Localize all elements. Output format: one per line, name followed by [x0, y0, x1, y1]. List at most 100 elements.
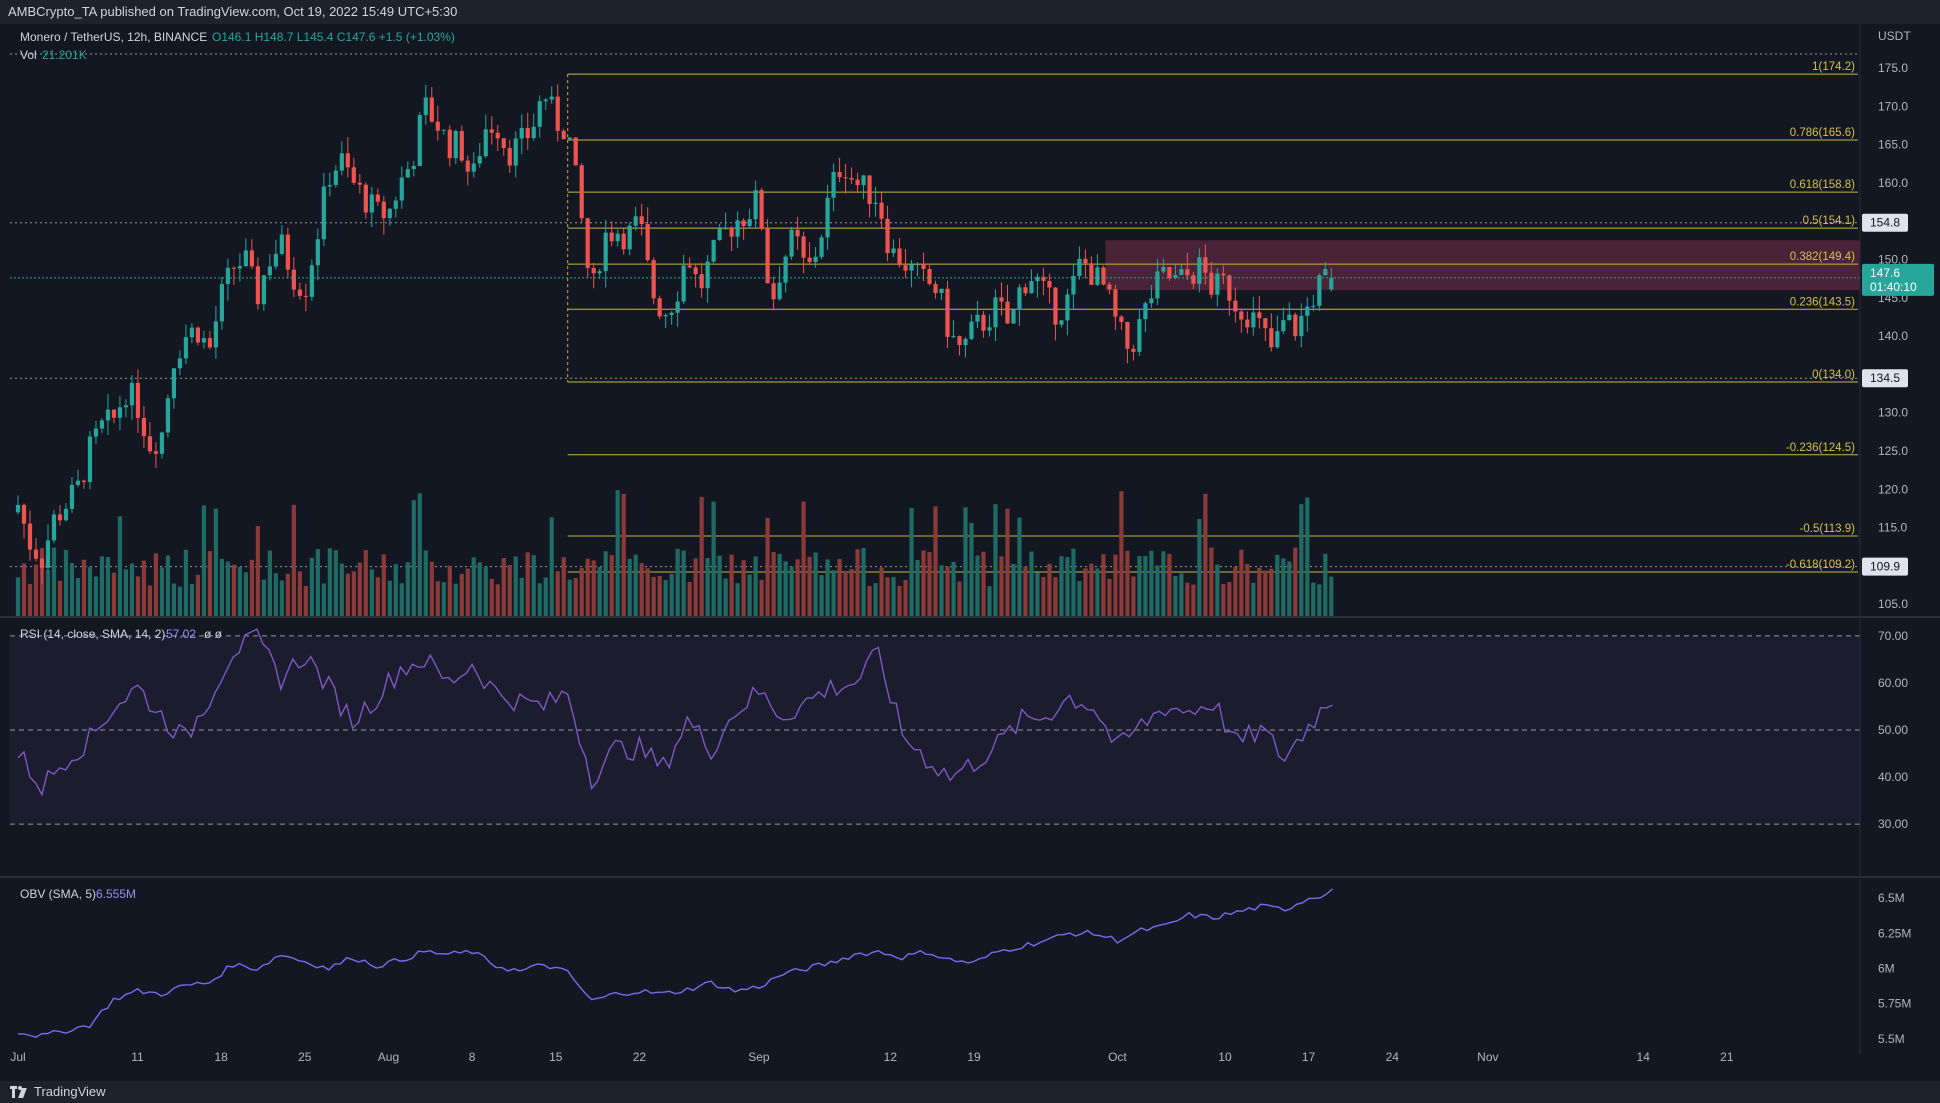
volume-bar [207, 551, 212, 617]
candle-body [903, 265, 908, 271]
time-axis-label: 15 [549, 1050, 563, 1064]
candle-body [1053, 287, 1058, 325]
rsi-axis-tick: 60.00 [1878, 676, 1908, 690]
volume-bar [1077, 581, 1082, 617]
volume-bar [1173, 576, 1178, 617]
candle-body [1191, 275, 1196, 284]
candle-body [669, 312, 674, 315]
price-axis-tick: 125.0 [1878, 444, 1908, 458]
candle-body [753, 190, 758, 220]
candle-body [39, 558, 45, 568]
candle-body [267, 266, 272, 276]
candle-body [387, 208, 392, 219]
candle-body [675, 301, 680, 313]
time-axis-label: 14 [1637, 1050, 1651, 1064]
obv-pane[interactable] [18, 888, 1333, 1038]
volume-bar [363, 550, 368, 617]
volume-bar [357, 562, 362, 617]
candle-body [621, 233, 626, 250]
candle-body [1131, 348, 1136, 352]
candle-body [357, 182, 362, 185]
candle-body [543, 99, 548, 102]
fib-level-label: 0.618(158.8) [1790, 179, 1855, 191]
volume-bar [1179, 573, 1184, 617]
candle-body [165, 398, 171, 433]
candle-body [633, 216, 638, 226]
volume-bar [879, 567, 884, 617]
volume-bar [507, 565, 512, 617]
volume-bar [1107, 578, 1112, 617]
candle-body [567, 137, 572, 140]
candle-body [1023, 287, 1028, 294]
tradingview-brand: TradingView [34, 1084, 106, 1099]
candle-body [873, 202, 878, 205]
candle-body [1017, 287, 1022, 310]
candle-body [1221, 273, 1226, 276]
volume-bar [567, 579, 572, 617]
candle-body [585, 218, 590, 268]
candle-body [555, 96, 560, 131]
volume-bar [1083, 568, 1088, 617]
candle-body [1065, 294, 1070, 321]
candle-body [831, 172, 836, 198]
volume-bar [1311, 582, 1316, 617]
candle-body [129, 382, 135, 406]
candle-body [681, 265, 686, 302]
volume-bar [1203, 493, 1208, 617]
time-axis-label: Aug [378, 1050, 399, 1064]
candle-body [1179, 269, 1184, 275]
candle-body [711, 239, 716, 262]
candle-body [171, 368, 177, 399]
volume-bar [543, 577, 548, 617]
candle-body [435, 121, 440, 131]
volume-bar [45, 570, 51, 617]
volume-bar [393, 564, 398, 617]
candle-body [369, 194, 374, 213]
time-axis-label: 8 [469, 1050, 476, 1064]
price-pane[interactable]: 1(174.2) 0.786(165.6) 0.618(158.8) 0.5(154.… [10, 53, 1860, 617]
obv-line [18, 888, 1333, 1038]
candle-body [819, 237, 824, 257]
candle-body [381, 201, 386, 219]
candle-body [1209, 272, 1214, 295]
candle-body [693, 267, 698, 275]
candle-body [1167, 266, 1172, 279]
candle-body [1269, 328, 1274, 348]
volume-bar [147, 585, 153, 617]
candle-body [213, 321, 218, 348]
candle-body [1293, 314, 1298, 337]
ohlc-values: O146.1 H148.7 L145.4 C147.6 +1.5 (+1.03%… [212, 30, 455, 44]
candle-body [939, 288, 944, 294]
volume-bar [1023, 566, 1028, 617]
candle-body [777, 282, 782, 300]
obv-label: OBV (SMA, 5) [20, 887, 96, 901]
candle-body [987, 327, 992, 331]
volume-bar [963, 507, 968, 617]
volume-bar [951, 561, 956, 617]
candle-body [1119, 316, 1124, 322]
candle-body [1239, 311, 1244, 320]
candle-body [405, 169, 410, 178]
candle-body [615, 233, 620, 242]
candle-body [1251, 312, 1256, 328]
volume-bar [51, 547, 57, 617]
volume-bar [291, 504, 296, 617]
candle-body [1323, 269, 1328, 276]
candle-body [1059, 320, 1064, 325]
volume-bar [303, 585, 308, 617]
volume-bar [771, 552, 776, 617]
volume-bar [831, 570, 836, 617]
volume-bar [1035, 572, 1040, 617]
trading-chart[interactable]: 1(174.2) 0.786(165.6) 0.618(158.8) 0.5(154.… [0, 24, 1940, 1081]
volume-bar [855, 549, 860, 617]
volume-bar [705, 557, 710, 617]
candle-body [951, 336, 956, 338]
volume-bar [93, 576, 99, 617]
rsi-pane[interactable] [10, 628, 1860, 825]
candle-body [729, 228, 734, 237]
volume-bar [315, 549, 320, 617]
candle-body [507, 148, 512, 166]
rsi-label: RSI (14, close, SMA, 14, 2) [20, 627, 165, 641]
candle-body [825, 197, 830, 238]
volume-bar [999, 556, 1004, 617]
